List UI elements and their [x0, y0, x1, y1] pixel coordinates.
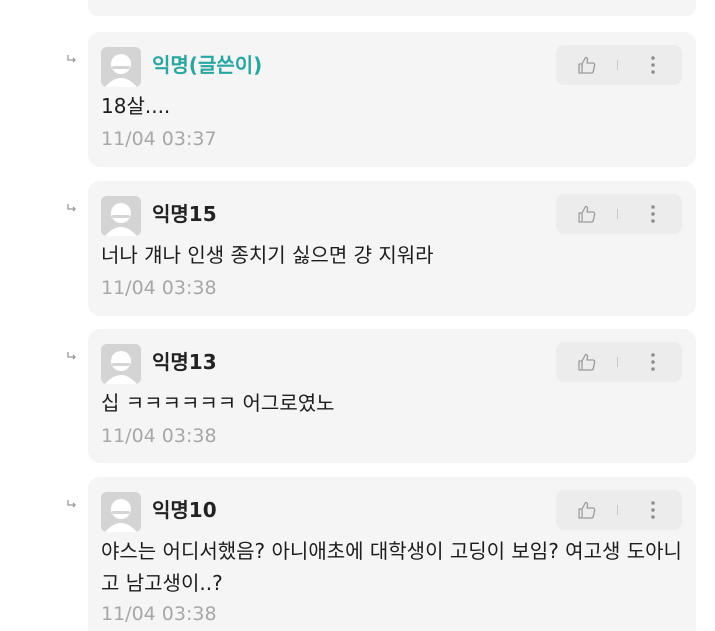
reply-arrow-icon — [67, 204, 76, 212]
reply-arrow-icon — [67, 55, 76, 63]
thumbs-up-icon — [578, 205, 596, 223]
thumbs-up-icon — [578, 56, 596, 74]
comment-actions — [556, 45, 682, 85]
previous-comment-card — [88, 0, 696, 16]
anonymous-avatar-icon — [101, 344, 141, 384]
reply-arrow-icon — [67, 352, 76, 360]
comment-card: 익명13 십 ㅋㅋㅋㅋㅋㅋ 어그로였노 11/04 03:38 — [88, 329, 696, 463]
action-divider — [617, 209, 618, 219]
comment-actions — [556, 194, 682, 234]
comment-author[interactable]: 익명15 — [152, 200, 217, 228]
anonymous-avatar-icon — [101, 196, 141, 236]
comment-timestamp: 11/04 03:38 — [101, 425, 217, 447]
reply-arrow-icon — [67, 500, 76, 508]
action-divider — [617, 60, 618, 70]
comment-author[interactable]: 익명(글쓴이) — [152, 51, 262, 79]
comment-timestamp: 11/04 03:38 — [101, 277, 217, 299]
more-options-button[interactable] — [638, 50, 668, 80]
more-options-button[interactable] — [638, 347, 668, 377]
like-button[interactable] — [570, 347, 604, 377]
anonymous-avatar-icon — [101, 47, 141, 87]
comment-card: 익명(글쓴이) 18살.... 11/04 03:37 — [88, 32, 696, 167]
thumbs-up-icon — [578, 353, 596, 371]
comment-text: 18살.... — [101, 94, 171, 118]
thumbs-up-icon — [578, 501, 596, 519]
action-divider — [617, 505, 618, 515]
comment-card: 익명15 너나 걔나 인생 종치기 싫으면 걍 지워라 11/04 03:38 — [88, 181, 696, 316]
comment-item: 익명10 야스는 어디서했음? 아니애초에 대학생이 고딩이 보임? 여고생 도… — [0, 477, 715, 631]
comment-item: 익명15 너나 걔나 인생 종치기 싫으면 걍 지워라 11/04 03:38 — [0, 181, 715, 316]
like-button[interactable] — [570, 50, 604, 80]
anonymous-avatar-icon — [101, 492, 141, 532]
comment-actions — [556, 490, 682, 530]
comment-text: 야스는 어디서했음? 아니애초에 대학생이 고딩이 보임? 여고생 도아니고 남… — [101, 539, 682, 595]
more-vertical-icon — [651, 56, 655, 74]
more-vertical-icon — [651, 353, 655, 371]
like-button[interactable] — [570, 495, 604, 525]
comment-author[interactable]: 익명10 — [152, 496, 217, 524]
comment-thread: 익명(글쓴이) 18살.... 11/04 03:37 익명15 너나 걔나 인… — [0, 0, 715, 631]
like-button[interactable] — [570, 199, 604, 229]
comment-text: 너나 걔나 인생 종치기 싫으면 걍 지워라 — [101, 243, 434, 267]
more-vertical-icon — [651, 501, 655, 519]
comment-card: 익명10 야스는 어디서했음? 아니애초에 대학생이 고딩이 보임? 여고생 도… — [88, 477, 696, 631]
comment-actions — [556, 342, 682, 382]
more-options-button[interactable] — [638, 495, 668, 525]
comment-author[interactable]: 익명13 — [152, 348, 217, 376]
more-vertical-icon — [651, 205, 655, 223]
comment-text: 십 ㅋㅋㅋㅋㅋㅋ 어그로였노 — [101, 391, 335, 415]
comment-item: 익명13 십 ㅋㅋㅋㅋㅋㅋ 어그로였노 11/04 03:38 — [0, 329, 715, 463]
more-options-button[interactable] — [638, 199, 668, 229]
action-divider — [617, 357, 618, 367]
comment-timestamp: 11/04 03:37 — [101, 128, 217, 150]
comment-item: 익명(글쓴이) 18살.... 11/04 03:37 — [0, 32, 715, 167]
comment-timestamp: 11/04 03:38 — [101, 603, 217, 625]
